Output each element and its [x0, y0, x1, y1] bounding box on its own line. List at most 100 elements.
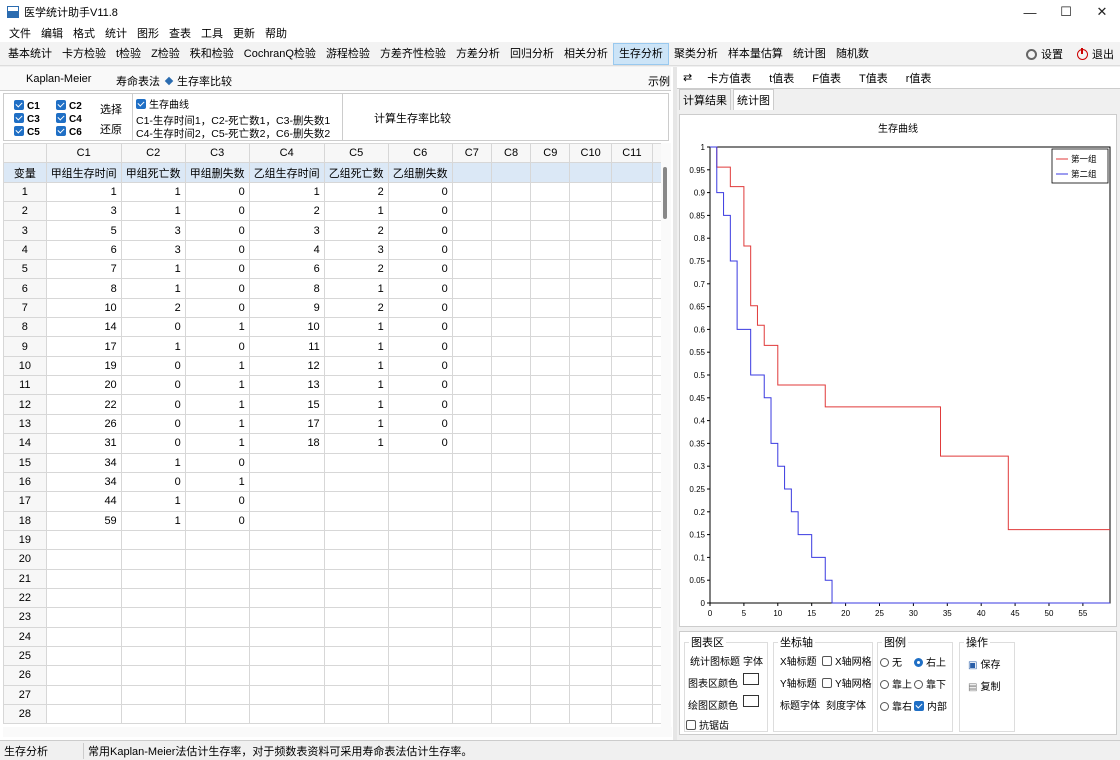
tool-random[interactable]: 随机数	[831, 43, 874, 65]
corner-cell[interactable]	[3, 143, 47, 164]
data-cell[interactable]	[45, 549, 122, 570]
column-header[interactable]: C3	[184, 143, 250, 164]
data-cell[interactable]	[451, 703, 492, 725]
curve-checkbox[interactable]: 生存曲线	[136, 96, 189, 111]
checkbox-c4[interactable]: C4	[56, 113, 82, 125]
data-cell[interactable]: 0	[387, 317, 453, 338]
data-cell[interactable]: 1	[323, 336, 389, 357]
data-cell[interactable]: 2	[323, 181, 389, 203]
data-cell[interactable]	[387, 626, 453, 647]
compute-compare-button[interactable]: 计算生存率比较	[374, 110, 451, 126]
data-cell[interactable]: 1	[323, 317, 389, 338]
data-cell[interactable]	[248, 626, 325, 647]
data-cell[interactable]	[530, 491, 571, 512]
data-cell[interactable]	[530, 375, 571, 396]
tool-chart[interactable]: 统计图	[788, 43, 831, 65]
data-cell[interactable]	[387, 607, 453, 628]
example-link[interactable]: 示例	[648, 73, 670, 89]
data-cell[interactable]: 0	[387, 355, 453, 377]
data-cell[interactable]: 1	[120, 452, 186, 473]
row-number[interactable]: 26	[3, 665, 47, 686]
row-number[interactable]: 16	[3, 471, 47, 493]
data-cell[interactable]: 4	[248, 239, 325, 261]
data-cell[interactable]: 0	[184, 181, 250, 203]
data-cell[interactable]: 0	[387, 336, 453, 357]
data-cell[interactable]	[451, 317, 492, 338]
title-font-button[interactable]: 标题字体	[780, 697, 820, 712]
data-cell[interactable]	[610, 317, 654, 338]
data-cell[interactable]	[610, 297, 654, 319]
data-cell[interactable]	[323, 529, 389, 551]
data-cell[interactable]	[569, 239, 612, 261]
data-cell[interactable]	[569, 201, 612, 222]
data-cell[interactable]	[387, 510, 453, 531]
data-cell[interactable]: 0	[387, 394, 453, 415]
data-cell[interactable]	[184, 684, 250, 705]
variable-name-cell[interactable]: 甲组生存时间	[45, 162, 122, 183]
data-cell[interactable]: 1	[184, 433, 250, 454]
data-cell[interactable]	[451, 452, 492, 473]
data-cell[interactable]	[451, 549, 492, 570]
data-cell[interactable]: 12	[248, 355, 325, 377]
data-cell[interactable]	[490, 355, 532, 377]
data-cell[interactable]	[490, 626, 532, 647]
row-number[interactable]: 7	[3, 297, 47, 319]
data-cell[interactable]	[490, 278, 532, 299]
data-cell[interactable]	[569, 471, 612, 493]
tab-chi-square-table[interactable]: 卡方值表	[698, 70, 760, 86]
variable-name-cell[interactable]: 甲组死亡数	[120, 162, 186, 183]
data-cell[interactable]	[451, 336, 492, 357]
data-cell[interactable]	[323, 684, 389, 705]
data-cell[interactable]: 1	[120, 201, 186, 222]
exit-button[interactable]: 退出	[1077, 46, 1114, 62]
data-cell[interactable]	[323, 703, 389, 725]
data-cell[interactable]	[248, 684, 325, 705]
data-cell[interactable]	[323, 568, 389, 589]
data-cell[interactable]	[490, 317, 532, 338]
data-cell[interactable]	[490, 297, 532, 319]
data-cell[interactable]	[490, 607, 532, 628]
scrollbar-thumb[interactable]	[663, 167, 667, 219]
data-cell[interactable]: 0	[184, 259, 250, 280]
data-cell[interactable]: 15	[248, 394, 325, 415]
data-cell[interactable]	[451, 278, 492, 299]
data-cell[interactable]: 9	[248, 297, 325, 319]
data-cell[interactable]: 6	[45, 239, 122, 261]
data-cell[interactable]: 1	[120, 259, 186, 280]
data-cell[interactable]	[451, 645, 492, 667]
data-cell[interactable]	[569, 336, 612, 357]
select-button[interactable]: 选择	[100, 101, 122, 117]
data-cell[interactable]	[530, 413, 571, 435]
data-cell[interactable]: 13	[248, 375, 325, 396]
data-cell[interactable]	[490, 239, 532, 261]
data-cell[interactable]	[490, 529, 532, 551]
swap-icon[interactable]: ⇄	[677, 71, 698, 84]
data-cell[interactable]	[530, 510, 571, 531]
variable-name-cell[interactable]	[530, 162, 571, 183]
data-cell[interactable]: 0	[184, 201, 250, 222]
data-cell[interactable]	[323, 626, 389, 647]
data-cell[interactable]	[610, 645, 654, 667]
data-cell[interactable]	[530, 587, 571, 609]
data-cell[interactable]: 1	[323, 413, 389, 435]
tool-correlation[interactable]: 相关分析	[559, 43, 613, 65]
data-cell[interactable]	[530, 220, 571, 241]
settings-button[interactable]: 设置	[1026, 46, 1063, 62]
data-cell[interactable]	[530, 394, 571, 415]
data-cell[interactable]	[610, 607, 654, 628]
data-cell[interactable]	[530, 684, 571, 705]
data-cell[interactable]: 10	[45, 297, 122, 319]
data-cell[interactable]: 0	[120, 433, 186, 454]
data-cell[interactable]	[569, 587, 612, 609]
data-cell[interactable]	[530, 626, 571, 647]
menu-update[interactable]: 更新	[228, 25, 260, 41]
data-cell[interactable]	[451, 471, 492, 493]
checkbox-c3[interactable]: C3	[14, 113, 40, 125]
tool-chi-square[interactable]: 卡方检验	[57, 43, 111, 65]
variable-name-cell[interactable]	[569, 162, 612, 183]
column-header[interactable]: C9	[530, 143, 571, 164]
data-cell[interactable]: 0	[120, 375, 186, 396]
data-cell[interactable]	[610, 665, 654, 686]
data-cell[interactable]: 1	[323, 433, 389, 454]
data-cell[interactable]: 1	[323, 355, 389, 377]
